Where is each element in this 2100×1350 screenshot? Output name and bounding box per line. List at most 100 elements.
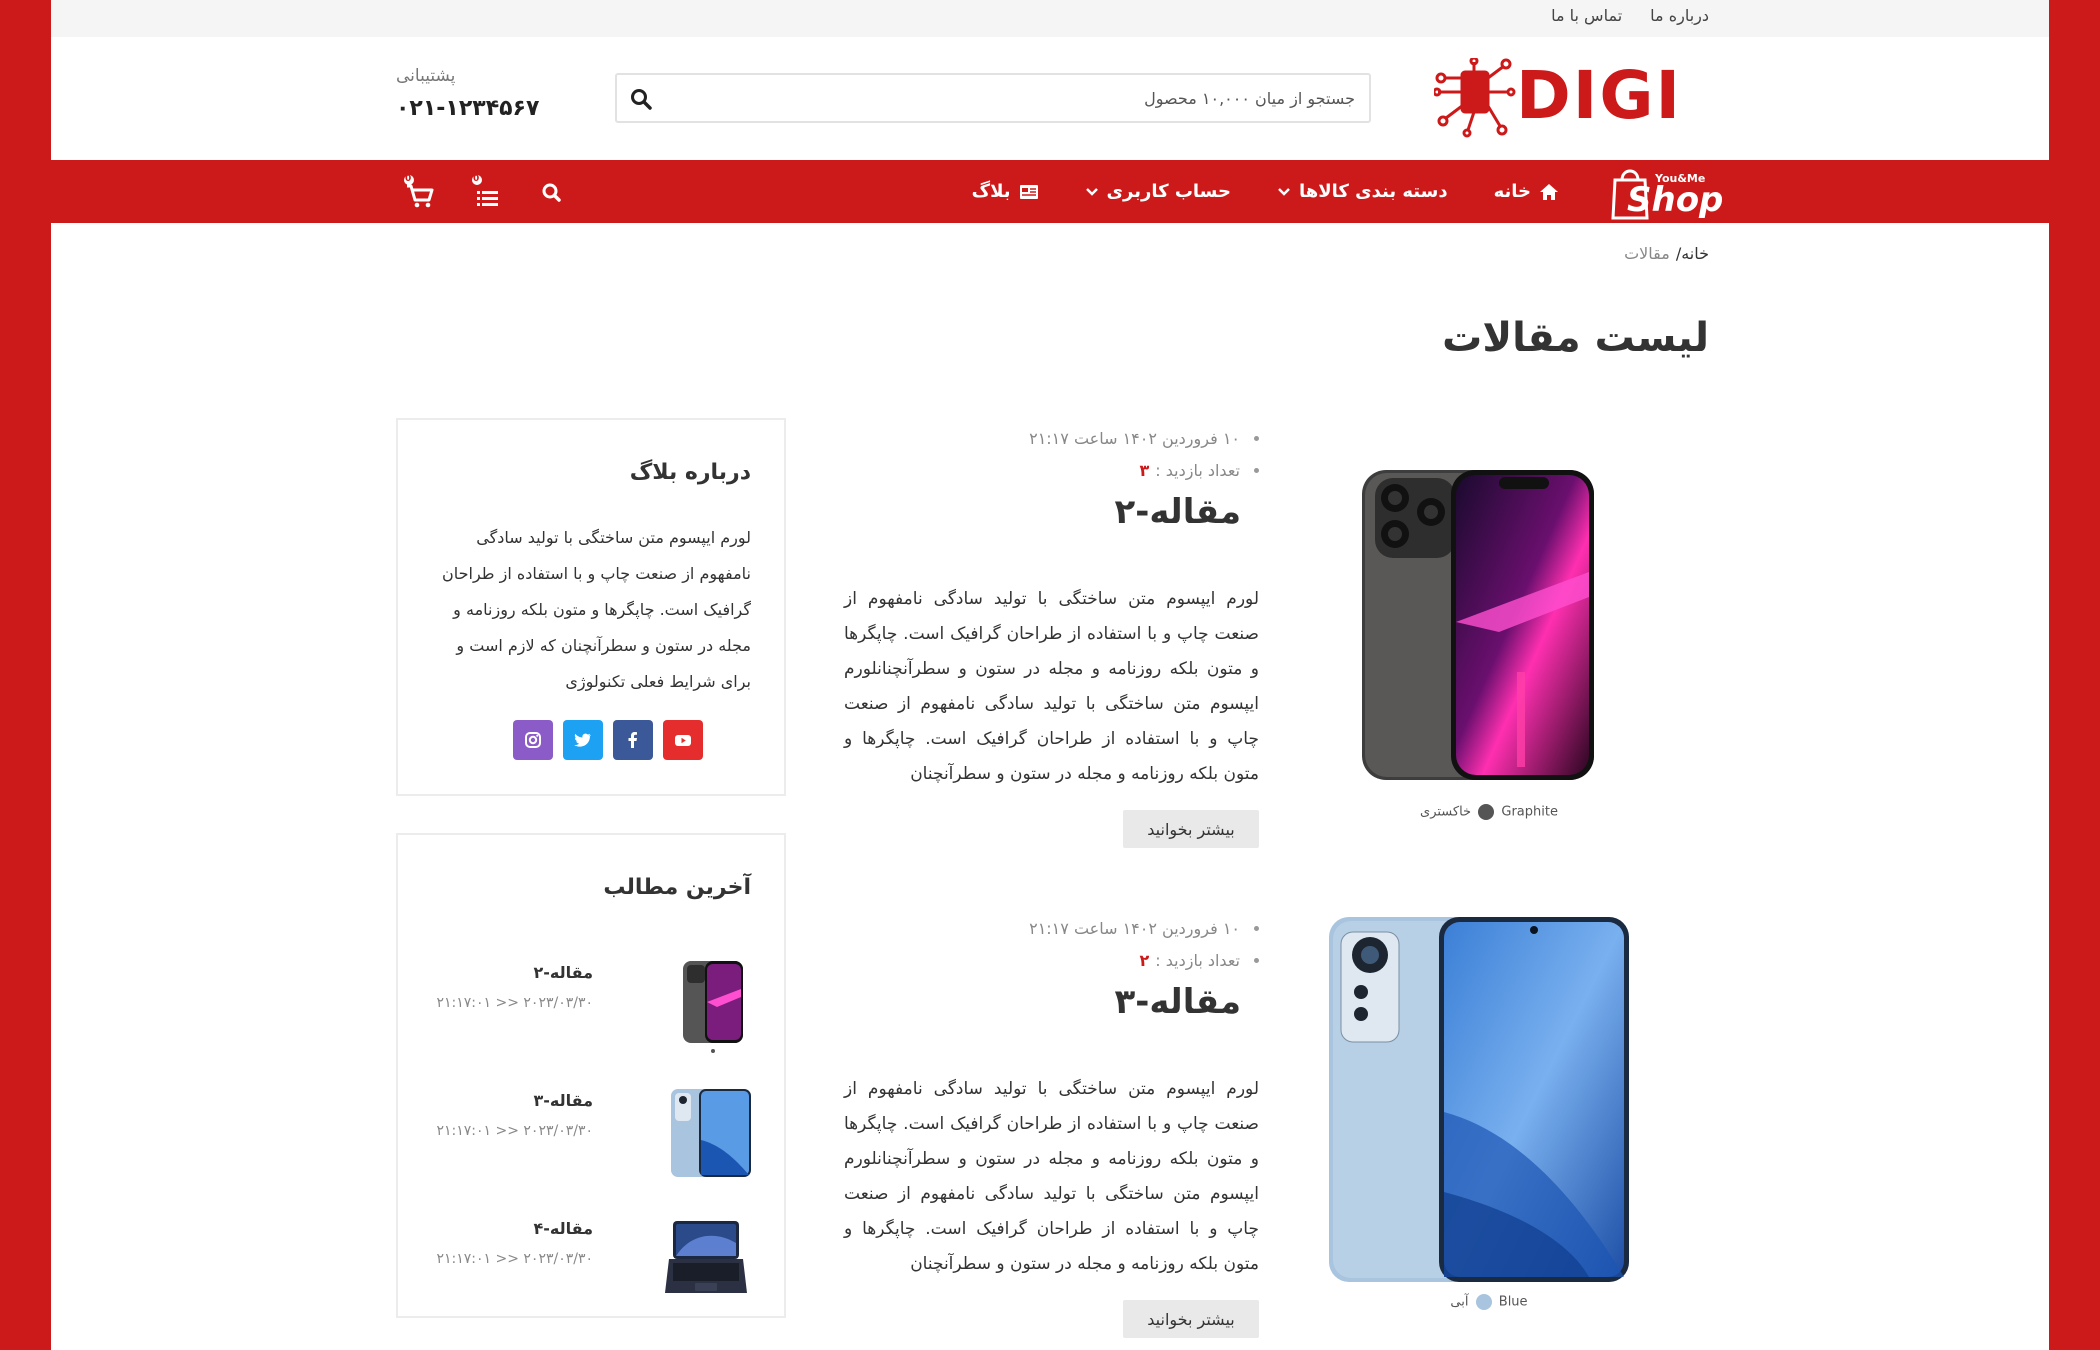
breadcrumb-current: مقالات (1624, 244, 1670, 263)
twitter-icon (574, 733, 591, 747)
search-box (615, 73, 1371, 123)
nav-item-account[interactable]: حساب کاربری (1085, 181, 1231, 202)
cart-count: 0 (405, 173, 412, 184)
shop-logo-main: Shop (1627, 180, 1724, 220)
about-us-link[interactable]: درباره ما (1650, 6, 1709, 25)
twitter-button[interactable] (563, 720, 603, 760)
about-blog-widget: درباره بلاگ لورم ایپسوم متن ساختگی با تو… (396, 418, 786, 796)
nav-search-button[interactable] (533, 174, 569, 210)
article-card: آبی Blue ۱۰ فروردین ۱۴۰۲ ساعت ۲۱:۱۷ تعدا… (814, 912, 1709, 1350)
views-count: ۲ (1139, 950, 1150, 970)
article-title[interactable]: مقاله-۳ (1114, 982, 1241, 1022)
latest-post-item[interactable]: مقاله-۲ ۲۰۲۳/۰۳/۳۰ << ۲۱:۱۷:۰۱ (421, 957, 751, 1067)
newspaper-icon (1019, 184, 1038, 199)
post-thumbnail (661, 1085, 751, 1185)
nav-item-home-label: خانه (1493, 181, 1531, 202)
nav-item-account-label: حساب کاربری (1106, 181, 1231, 202)
article-thumbnail[interactable]: آبی Blue (1319, 912, 1659, 1332)
color-name: Blue (1498, 1294, 1528, 1310)
article-excerpt: لورم ایپسوم متن ساختگی با تولید سادگی نا… (844, 1079, 1259, 1274)
article-date-text: ۱۰ فروردین ۱۴۰۲ ساعت ۲۱:۱۷ (1029, 428, 1240, 448)
color-swatch (1478, 804, 1495, 820)
xiaomi-thumbnail-image (671, 1089, 751, 1177)
color-option: خاکستری Graphite (1319, 804, 1659, 820)
nav-item-blog-label: بلاگ (971, 181, 1011, 202)
nav-item-home[interactable]: خانه (1494, 181, 1559, 202)
nav-item-blog[interactable]: بلاگ (972, 181, 1039, 202)
about-blog-title: درباره بلاگ (629, 460, 751, 485)
shop-logo[interactable]: You&Me Shop (1609, 160, 1723, 223)
support-info: پشتیبانی ۰۲۱-۱۲۳۴۵۶۷ (396, 66, 539, 121)
iphone-thumbnail-image (683, 961, 743, 1053)
nav-actions: 0 0 (401, 160, 569, 223)
views-count: ۳ (1139, 460, 1150, 480)
search-icon (542, 183, 561, 202)
nav-item-categories-label: دسته بندی کالاها (1298, 181, 1448, 202)
article-date: ۱۰ فروردین ۱۴۰۲ ساعت ۲۱:۱۷ (1029, 422, 1259, 454)
article-thumbnail[interactable]: خاکستری Graphite (1319, 422, 1659, 842)
read-more-button[interactable]: بیشتر بخوانید (1123, 810, 1259, 848)
post-date: ۲۰۲۳/۰۳/۳۰ << ۲۱:۱۷:۰۱ (436, 995, 593, 1011)
home-icon (1540, 183, 1558, 200)
breadcrumb: خانه/ مقالات (1624, 244, 1709, 263)
latest-post-item[interactable]: مقاله-۴ ۲۰۲۳/۰۳/۳۰ << ۲۱:۱۷:۰۱ (421, 1213, 751, 1323)
chevron-down-icon (1085, 187, 1098, 196)
instagram-icon (525, 732, 541, 748)
latest-post-item[interactable]: مقاله-۳ ۲۰۲۳/۰۳/۳۰ << ۲۱:۱۷:۰۱ (421, 1085, 751, 1195)
xiaomi-blue-image (1329, 917, 1629, 1282)
facebook-icon (628, 732, 637, 748)
search-button[interactable] (629, 87, 653, 111)
top-links: درباره ما تماس با ما (1551, 6, 1709, 25)
views-label: تعداد بازدید : (1155, 950, 1240, 970)
article-date-text: ۱۰ فروردین ۱۴۰۲ ساعت ۲۱:۱۷ (1029, 918, 1240, 938)
compare-button[interactable]: 0 (467, 174, 503, 210)
chevron-down-icon (1278, 187, 1290, 196)
color-swatch (1475, 1294, 1492, 1310)
color-option: آبی Blue (1319, 1294, 1659, 1310)
about-blog-text: لورم ایپسوم متن ساختگی با تولید سادگی نا… (442, 528, 751, 691)
contact-us-link[interactable]: تماس با ما (1551, 6, 1622, 25)
breadcrumb-home[interactable]: خانه/ (1676, 244, 1709, 263)
latest-posts-widget: آخرین مطالب مقاله-۲ ۲۰۲۳/۰۳/۳۰ << ۲۱:۱۷:… (396, 833, 786, 1318)
digi-logo[interactable]: DIGI (1432, 56, 1709, 138)
article-title[interactable]: مقاله-۲ (1114, 492, 1241, 532)
nav-menu: خانه دسته بندی کالاها حساب کاربری بلاگ (972, 160, 1559, 223)
cart-button[interactable]: 0 (401, 174, 437, 210)
article-meta: ۱۰ فروردین ۱۴۰۲ ساعت ۲۱:۱۷ تعداد بازدید … (1029, 912, 1259, 976)
post-thumbnail (661, 1213, 751, 1313)
social-links (513, 720, 703, 760)
post-title[interactable]: مقاله-۳ (533, 1091, 593, 1110)
logo-text: DIGI (1516, 57, 1683, 134)
main-navbar: You&Me Shop خانه دسته بندی کالاها حساب ک… (51, 160, 2049, 223)
search-icon (631, 89, 652, 110)
article-excerpt: لورم ایپسوم متن ساختگی با تولید سادگی نا… (844, 589, 1259, 784)
compare-count: 0 (473, 173, 480, 184)
support-label: پشتیبانی (396, 66, 456, 86)
facebook-button[interactable] (613, 720, 653, 760)
article-views: تعداد بازدید : ۲ (1029, 944, 1259, 976)
post-title[interactable]: مقاله-۴ (533, 1219, 593, 1238)
post-date: ۲۰۲۳/۰۳/۳۰ << ۲۱:۱۷:۰۱ (436, 1123, 593, 1139)
top-bar: درباره ما تماس با ما (51, 0, 2049, 37)
post-title[interactable]: مقاله-۲ (533, 963, 593, 982)
nav-item-categories[interactable]: دسته بندی کالاها (1277, 181, 1448, 202)
post-date: ۲۰۲۳/۰۳/۳۰ << ۲۱:۱۷:۰۱ (436, 1251, 593, 1267)
search-input[interactable] (695, 75, 1355, 121)
support-phone[interactable]: ۰۲۱-۱۲۳۴۵۶۷ (396, 96, 539, 121)
article-date: ۱۰ فروردین ۱۴۰۲ ساعت ۲۱:۱۷ (1029, 912, 1259, 944)
post-thumbnail (661, 957, 751, 1057)
instagram-button[interactable] (513, 720, 553, 760)
youtube-button[interactable] (663, 720, 703, 760)
iphone-graphite-image (1362, 470, 1594, 780)
views-label: تعداد بازدید : (1155, 460, 1240, 480)
color-name-fa: خاکستری (1420, 804, 1472, 820)
color-name: Graphite (1501, 804, 1558, 820)
color-name-fa: آبی (1450, 1294, 1469, 1310)
read-more-button[interactable]: بیشتر بخوانید (1123, 1300, 1259, 1338)
article-views: تعداد بازدید : ۳ (1029, 454, 1259, 486)
macbook-thumbnail-image (665, 1221, 747, 1293)
page: درباره ما تماس با ما DIGI جستجو از میان … (51, 0, 2049, 1350)
latest-posts-title: آخرین مطالب (603, 875, 751, 900)
article-meta: ۱۰ فروردین ۱۴۰۲ ساعت ۲۱:۱۷ تعداد بازدید … (1029, 422, 1259, 486)
page-title: لیست مقالات (1442, 315, 1709, 361)
